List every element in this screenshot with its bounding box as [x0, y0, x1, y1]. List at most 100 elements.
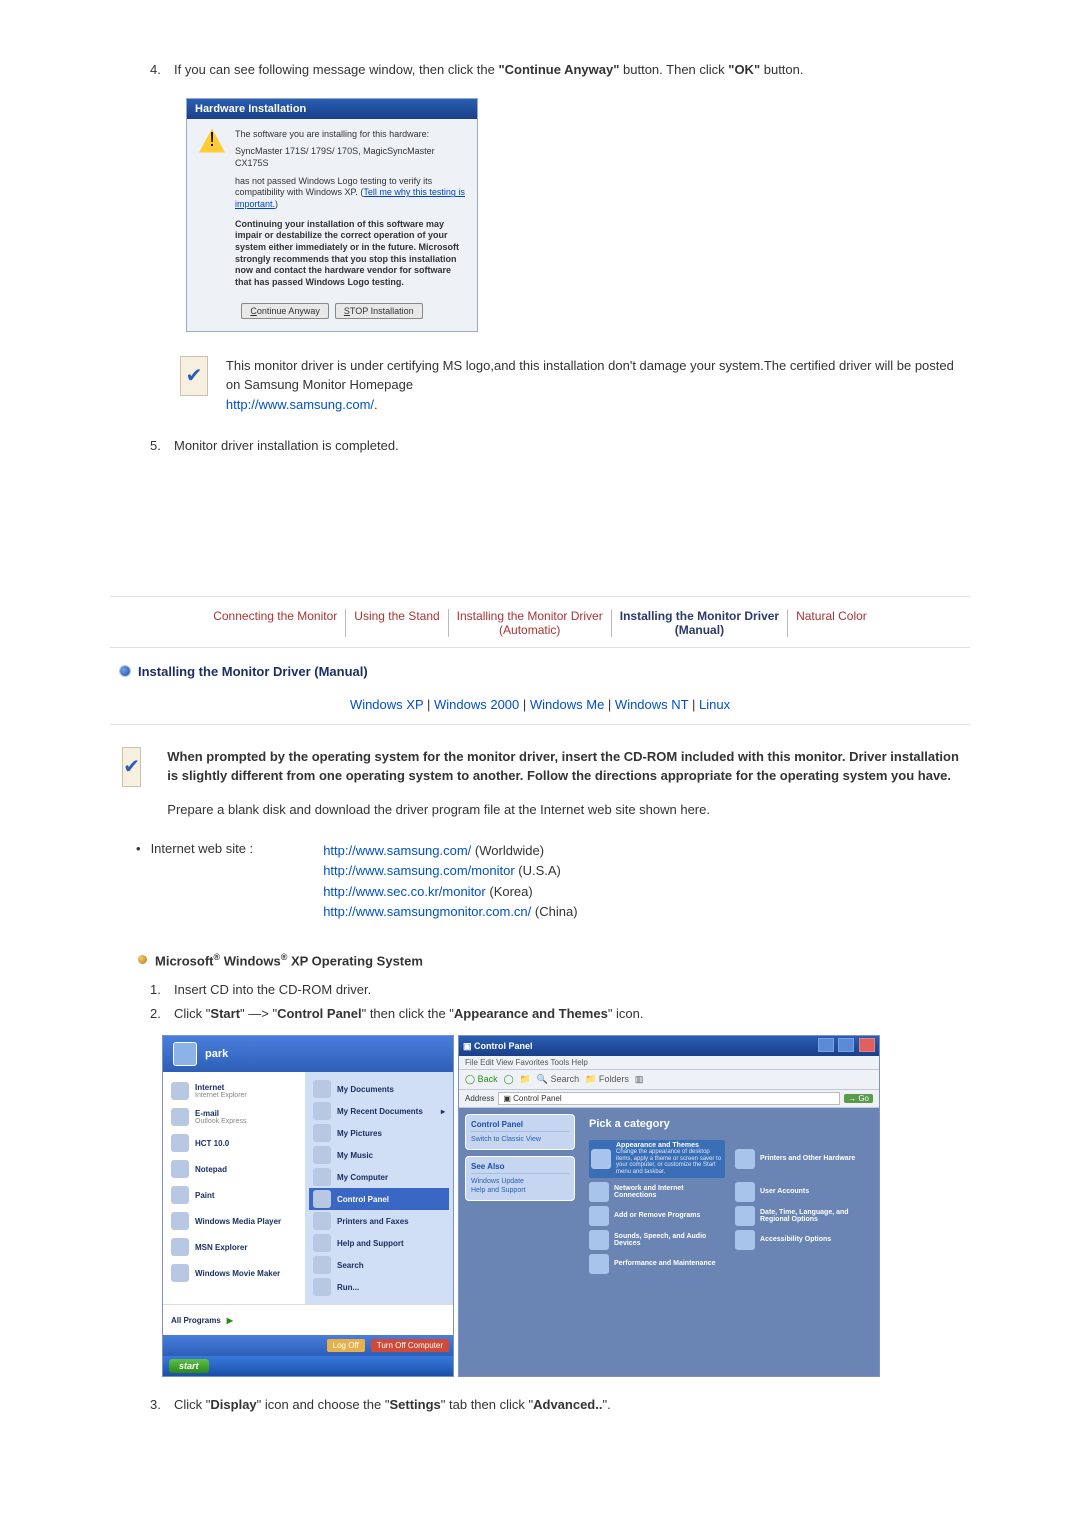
- stop-installation-button[interactable]: STOP Installation: [335, 303, 423, 319]
- link-samsung-china[interactable]: http://www.samsungmonitor.com.cn/: [323, 904, 531, 919]
- link-samsung-ww[interactable]: http://www.samsung.com/: [323, 843, 471, 858]
- link-windows-xp[interactable]: Windows XP: [350, 697, 423, 712]
- control-panel-icon: ▣: [463, 1041, 474, 1051]
- side-panel-control: Control Panel Switch to Classic View: [465, 1114, 575, 1150]
- start-menu-item[interactable]: Notepad: [167, 1156, 301, 1182]
- link-samsung-korea[interactable]: http://www.sec.co.kr/monitor: [323, 884, 486, 899]
- start-menu-item[interactable]: InternetInternet Explorer: [167, 1078, 301, 1104]
- category-item[interactable]: Add or Remove Programs: [589, 1206, 725, 1226]
- chevron-right-icon: ▶: [227, 1316, 233, 1325]
- step-5: 5. Monitor driver installation is comple…: [150, 436, 970, 456]
- category-item[interactable]: Date, Time, Language, and Regional Optio…: [735, 1206, 871, 1226]
- category-icon: [589, 1230, 609, 1250]
- search-button[interactable]: 🔍 Search: [537, 1074, 579, 1085]
- driver-cd-icon: ✔: [122, 747, 141, 787]
- hardware-installation-dialog: Hardware Installation ! The software you…: [186, 98, 478, 332]
- side-panel-seealso: See Also Windows Update Help and Support: [465, 1156, 575, 1201]
- log-off-button[interactable]: Log Off: [327, 1339, 365, 1352]
- category-item[interactable]: Sounds, Speech, and Audio Devices: [589, 1230, 725, 1250]
- forward-button[interactable]: ◯: [504, 1074, 514, 1085]
- toolbar: ◯ Back ◯ 📁 🔍 Search 📁 Folders ▥: [459, 1070, 879, 1090]
- os-links: Windows XP | Windows 2000 | Windows Me |…: [110, 697, 970, 712]
- link-windows-2000[interactable]: Windows 2000: [434, 697, 519, 712]
- folder-icon: [313, 1212, 331, 1230]
- dialog-text: The software you are installing for this…: [235, 129, 465, 289]
- username: park: [205, 1048, 228, 1060]
- warning-icon: !: [199, 129, 225, 289]
- turn-off-button[interactable]: Turn Off Computer: [371, 1339, 449, 1352]
- subsection-heading: Microsoft® Windows® XP Operating System: [138, 952, 970, 968]
- start-menu-item[interactable]: Help and Support: [309, 1232, 449, 1254]
- folder-icon: [313, 1080, 331, 1098]
- category-item[interactable]: Appearance and ThemesChange the appearan…: [589, 1140, 725, 1177]
- folder-icon: [313, 1146, 331, 1164]
- start-menu-item[interactable]: My Pictures: [309, 1122, 449, 1144]
- start-menu-item[interactable]: MSN Explorer: [167, 1234, 301, 1260]
- start-menu-item[interactable]: E-mailOutlook Express: [167, 1104, 301, 1130]
- start-menu-item[interactable]: My Recent Documents▸: [309, 1100, 449, 1122]
- maximize-icon[interactable]: [838, 1038, 854, 1052]
- start-menu-item[interactable]: Printers and Faxes: [309, 1210, 449, 1232]
- start-menu-item[interactable]: Control Panel: [309, 1188, 449, 1210]
- xp-step-3: 3. Click "Display" icon and choose the "…: [150, 1395, 970, 1415]
- start-menu-item[interactable]: Windows Movie Maker: [167, 1260, 301, 1286]
- app-icon: [171, 1264, 189, 1282]
- start-button[interactable]: start: [169, 1359, 209, 1373]
- minimize-icon[interactable]: [818, 1038, 834, 1052]
- step-number: 4.: [150, 60, 168, 80]
- go-button[interactable]: → Go: [844, 1094, 873, 1103]
- category-icon: [589, 1182, 609, 1202]
- tab-install-driver-manual[interactable]: Installing the Monitor Driver(Manual): [612, 609, 788, 637]
- bullet-icon: [120, 666, 130, 676]
- tab-install-driver-auto[interactable]: Installing the Monitor Driver(Automatic): [449, 609, 612, 637]
- folder-icon: [313, 1256, 331, 1274]
- tab-natural-color[interactable]: Natural Color: [788, 609, 875, 637]
- cdrom-instructions: ✔ When prompted by the operating system …: [122, 747, 970, 820]
- link-linux[interactable]: Linux: [699, 697, 730, 712]
- category-item[interactable]: Printers and Other Hardware: [735, 1140, 871, 1177]
- back-button[interactable]: ◯ Back: [465, 1074, 498, 1085]
- step-4: 4. If you can see following message wind…: [150, 60, 970, 80]
- start-menu-item[interactable]: My Music: [309, 1144, 449, 1166]
- folders-button[interactable]: 📁 Folders: [585, 1074, 629, 1085]
- category-icon: [589, 1254, 609, 1274]
- category-item[interactable]: Performance and Maintenance: [589, 1254, 725, 1274]
- link-windows-nt[interactable]: Windows NT: [615, 697, 688, 712]
- views-icon[interactable]: ▥: [635, 1074, 644, 1085]
- start-menu-item[interactable]: My Computer: [309, 1166, 449, 1188]
- category-item[interactable]: User Accounts: [735, 1182, 871, 1202]
- category-item[interactable]: Accessibility Options: [735, 1230, 871, 1250]
- help-support-link[interactable]: Help and Support: [471, 1186, 569, 1195]
- samsung-homepage-link[interactable]: http://www.samsung.com/: [226, 397, 374, 412]
- windows-update-link[interactable]: Windows Update: [471, 1177, 569, 1186]
- dialog-title: Hardware Installation: [187, 99, 477, 119]
- start-menu-item[interactable]: Windows Media Player: [167, 1208, 301, 1234]
- app-icon: [171, 1160, 189, 1178]
- user-avatar-icon: [173, 1042, 197, 1066]
- folder-icon: [313, 1124, 331, 1142]
- close-icon[interactable]: [859, 1038, 875, 1052]
- switch-classic-view[interactable]: Switch to Classic View: [471, 1135, 569, 1144]
- folder-icon: [313, 1278, 331, 1296]
- start-menu-item[interactable]: Search: [309, 1254, 449, 1276]
- tab-connecting-monitor[interactable]: Connecting the Monitor: [205, 609, 346, 637]
- up-button[interactable]: 📁: [520, 1074, 531, 1085]
- xp-step-1: 1. Insert CD into the CD-ROM driver.: [150, 980, 970, 1000]
- start-menu-item[interactable]: Paint: [167, 1182, 301, 1208]
- address-field[interactable]: ▣ Control Panel: [498, 1092, 840, 1105]
- pick-category-heading: Pick a category: [589, 1118, 871, 1130]
- link-windows-me[interactable]: Windows Me: [530, 697, 604, 712]
- app-icon: [171, 1108, 189, 1126]
- start-menu-item[interactable]: HCT 10.0: [167, 1130, 301, 1156]
- all-programs[interactable]: All Programs ▶: [167, 1307, 237, 1333]
- continue-anyway-button[interactable]: Continue Anyway: [241, 303, 329, 319]
- category-icon: [735, 1206, 755, 1226]
- start-menu-item[interactable]: My Documents: [309, 1078, 449, 1100]
- checkmark-monitor-icon: ✔: [180, 356, 208, 396]
- menu-bar[interactable]: File Edit View Favorites Tools Help: [459, 1056, 879, 1070]
- start-menu-item[interactable]: Run...: [309, 1276, 449, 1298]
- category-item[interactable]: Network and Internet Connections: [589, 1182, 725, 1202]
- tab-using-stand[interactable]: Using the Stand: [346, 609, 448, 637]
- link-samsung-usa[interactable]: http://www.samsung.com/monitor: [323, 863, 514, 878]
- step-text: If you can see following message window,…: [174, 60, 804, 80]
